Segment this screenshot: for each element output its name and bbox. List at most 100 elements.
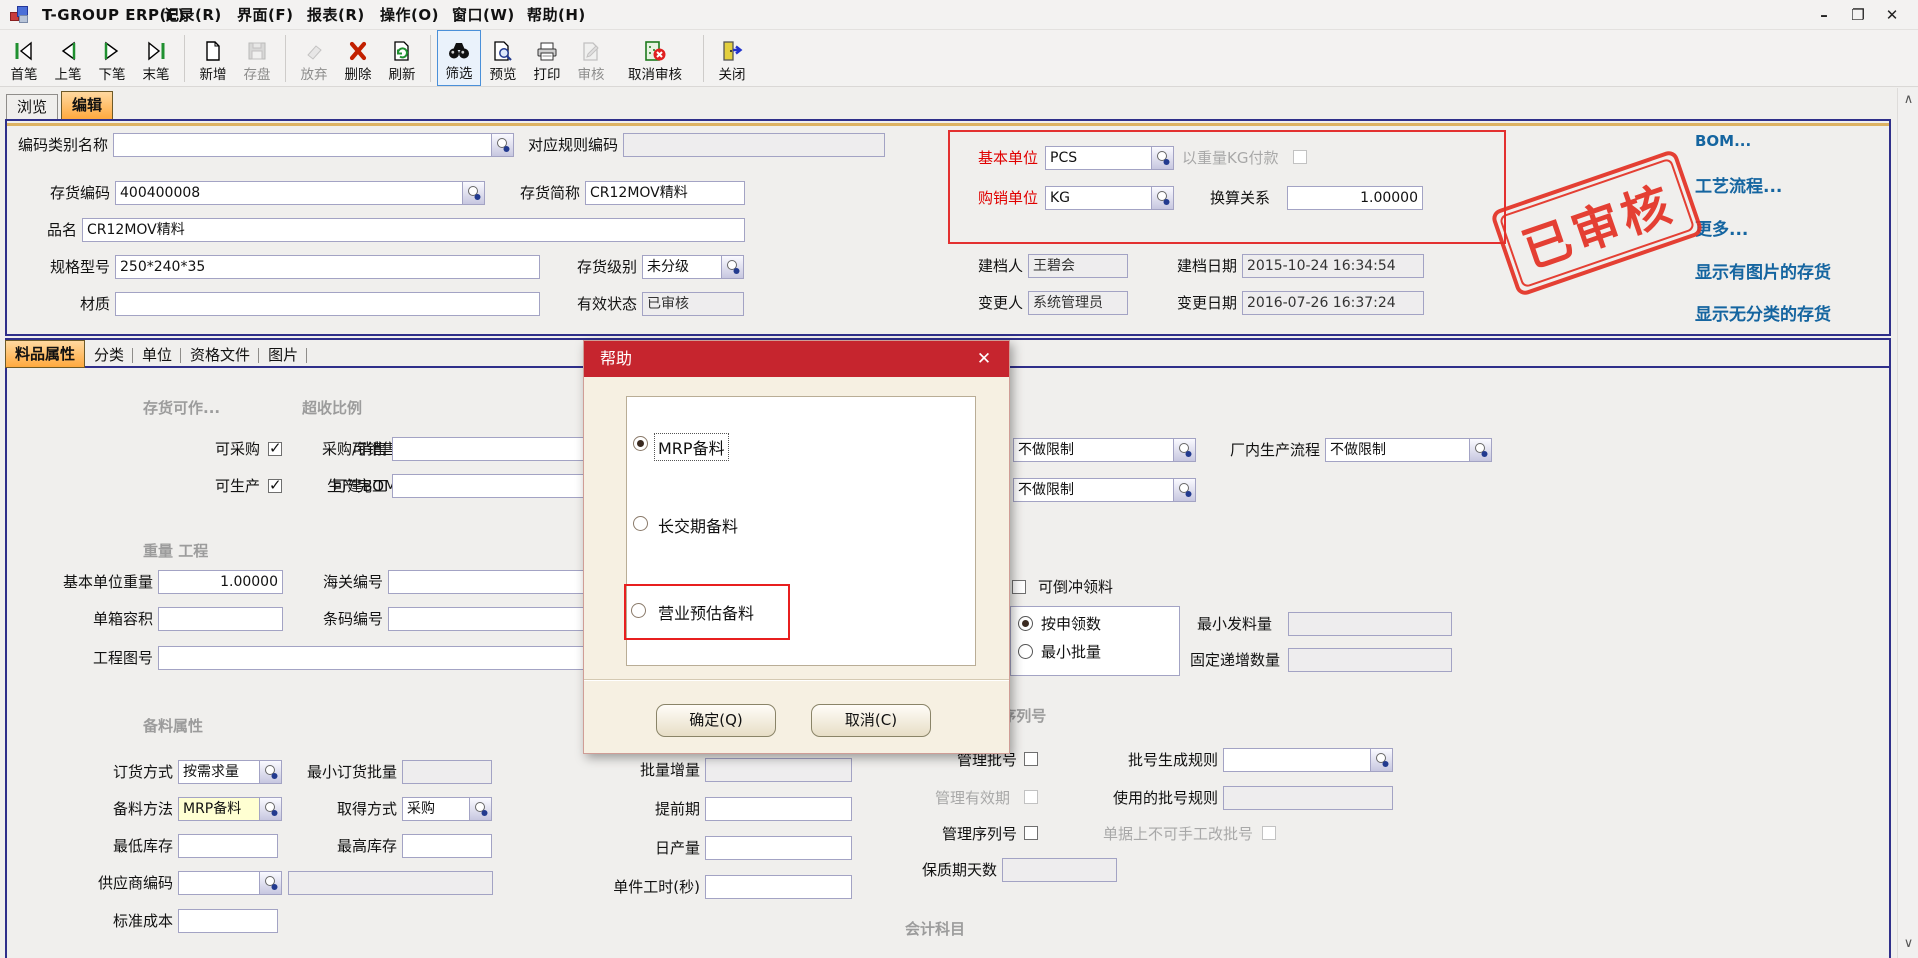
tab-edit[interactable]: 编辑: [61, 91, 113, 119]
stock-method-lookup-button[interactable]: [260, 797, 282, 821]
restore-button[interactable]: ❐: [1846, 5, 1870, 26]
preview-button[interactable]: 预览: [481, 30, 525, 86]
help-dialog-titlebar[interactable]: 帮助: [584, 341, 1009, 377]
barcode-input[interactable]: [388, 607, 595, 631]
tab-browse[interactable]: 浏览: [6, 94, 58, 119]
dialog-ok-button[interactable]: 确定(Q): [656, 704, 776, 737]
level-lookup-button[interactable]: [722, 255, 744, 279]
manage-batch-checkbox[interactable]: [1024, 752, 1038, 766]
item-code-input[interactable]: 400400008: [115, 181, 463, 205]
subtab-qualification-files[interactable]: 资格文件: [181, 343, 259, 368]
batch-rule-lookup-button[interactable]: [1371, 748, 1393, 772]
restriction1-lookup-button[interactable]: [1174, 438, 1196, 462]
new-button[interactable]: 新增: [191, 30, 235, 86]
code-category-lookup-button[interactable]: [492, 133, 514, 157]
manage-serial-checkbox[interactable]: [1024, 826, 1038, 840]
subtab-units[interactable]: 单位: [133, 343, 181, 368]
lead-time-input[interactable]: [705, 797, 852, 821]
last-record-button[interactable]: 末笔: [134, 30, 178, 86]
option-mrp-label[interactable]: MRP备料: [654, 433, 729, 461]
item-code-lookup-button[interactable]: [463, 181, 485, 205]
link-more[interactable]: 更多...: [1695, 215, 1748, 240]
print-button[interactable]: 打印: [525, 30, 569, 86]
backflush-label: 可倒冲领料: [1038, 575, 1143, 599]
short-name-input[interactable]: CR12MOV精料: [585, 181, 745, 205]
factory-flow-input[interactable]: 不做限制: [1325, 438, 1470, 462]
by-application-label: 按申领数: [1041, 612, 1131, 636]
code-category-input[interactable]: [113, 133, 492, 157]
box-volume-input[interactable]: [158, 607, 283, 631]
delete-button[interactable]: 删除: [336, 30, 380, 86]
link-show-unclassified[interactable]: 显示无分类的存货: [1695, 300, 1831, 325]
trade-unit-lookup-button[interactable]: [1152, 186, 1174, 210]
menu-help[interactable]: 帮助(H): [523, 4, 590, 26]
section-account: 会计科目: [905, 918, 965, 939]
std-cost-input[interactable]: [178, 909, 278, 933]
restriction2-input[interactable]: 不做限制: [1013, 478, 1174, 502]
trade-unit-input[interactable]: KG: [1045, 186, 1152, 210]
max-stock-label: 最高库存: [322, 834, 397, 858]
menu-interface[interactable]: 界面(F): [233, 4, 297, 26]
supplier-code-input[interactable]: [178, 871, 260, 895]
factory-flow-lookup-button[interactable]: [1470, 438, 1492, 462]
backflush-checkbox[interactable]: [1012, 580, 1026, 594]
drawing-no-input[interactable]: [158, 646, 595, 670]
cancel-audit-button[interactable]: 取消审核: [613, 30, 697, 86]
min-stock-input[interactable]: [178, 834, 278, 858]
min-batch-radio[interactable]: [1018, 644, 1033, 659]
first-record-button[interactable]: 首笔: [2, 30, 46, 86]
restriction1-input[interactable]: 不做限制: [1013, 438, 1174, 462]
option-long-lead-radio[interactable]: [633, 516, 648, 531]
restriction2-lookup-button[interactable]: [1174, 478, 1196, 502]
link-process-flow[interactable]: 工艺流程...: [1695, 172, 1782, 197]
material-input[interactable]: [115, 292, 540, 316]
vertical-scrollbar[interactable]: ∧ ∨: [1897, 88, 1918, 958]
daily-output-input[interactable]: [705, 836, 852, 860]
subtab-images[interactable]: 图片: [259, 343, 307, 368]
daily-output-label: 日产量: [620, 836, 700, 860]
order-mode-input[interactable]: 按需求量: [178, 760, 260, 784]
batch-rule-input[interactable]: [1223, 748, 1371, 772]
base-weight-input[interactable]: 1.00000: [158, 570, 283, 594]
option-mrp-radio[interactable]: [633, 436, 648, 451]
link-show-with-images[interactable]: 显示有图片的存货: [1695, 258, 1831, 283]
spec-input[interactable]: 250*240*35: [115, 255, 540, 279]
scroll-down-icon[interactable]: ∨: [1898, 934, 1918, 954]
item-name-input[interactable]: CR12MOV精料: [82, 218, 745, 242]
subtab-classification[interactable]: 分类: [85, 343, 133, 368]
conversion-input[interactable]: 1.00000: [1287, 186, 1423, 210]
acquire-mode-input[interactable]: 采购: [402, 797, 470, 821]
unit-hours-input[interactable]: [705, 875, 852, 899]
order-mode-lookup-button[interactable]: [260, 760, 282, 784]
scroll-up-icon[interactable]: ∧: [1898, 90, 1918, 110]
fixed-increment-input: [1288, 648, 1452, 672]
close-form-button[interactable]: 关闭: [710, 30, 754, 86]
by-application-radio[interactable]: [1018, 616, 1033, 631]
menu-window[interactable]: 窗口(W): [448, 4, 519, 26]
menu-report[interactable]: 报表(R): [303, 4, 369, 26]
menu-operation[interactable]: 操作(O): [376, 4, 443, 26]
base-unit-lookup-button[interactable]: [1152, 146, 1174, 170]
filter-button[interactable]: 筛选: [437, 30, 481, 86]
next-record-button[interactable]: 下笔: [90, 30, 134, 86]
minimize-button[interactable]: –: [1812, 5, 1836, 26]
level-input[interactable]: 未分级: [642, 255, 722, 279]
max-stock-input[interactable]: [402, 834, 492, 858]
subtab-item-attributes[interactable]: 料品属性: [5, 340, 85, 368]
option-long-lead-label[interactable]: 长交期备料: [658, 513, 738, 537]
close-window-button[interactable]: ✕: [1880, 5, 1904, 26]
acquire-mode-lookup-button[interactable]: [470, 797, 492, 821]
link-bom[interactable]: BOM...: [1695, 132, 1751, 150]
supplier-lookup-button[interactable]: [260, 871, 282, 895]
stock-method-input[interactable]: MRP备料: [178, 797, 260, 821]
base-unit-input[interactable]: PCS: [1045, 146, 1152, 170]
can-produce-checkbox[interactable]: [268, 479, 282, 493]
menu-record[interactable]: 记录(R): [160, 4, 226, 26]
refresh-button[interactable]: 刷新: [380, 30, 424, 86]
dialog-close-icon[interactable]: ✕: [971, 347, 997, 371]
prev-record-button[interactable]: 上笔: [46, 30, 90, 86]
can-purchase-checkbox[interactable]: [268, 442, 282, 456]
customs-code-input[interactable]: [388, 570, 595, 594]
rule-code-label: 对应规则编码: [520, 133, 618, 157]
dialog-cancel-button[interactable]: 取消(C): [811, 704, 931, 737]
